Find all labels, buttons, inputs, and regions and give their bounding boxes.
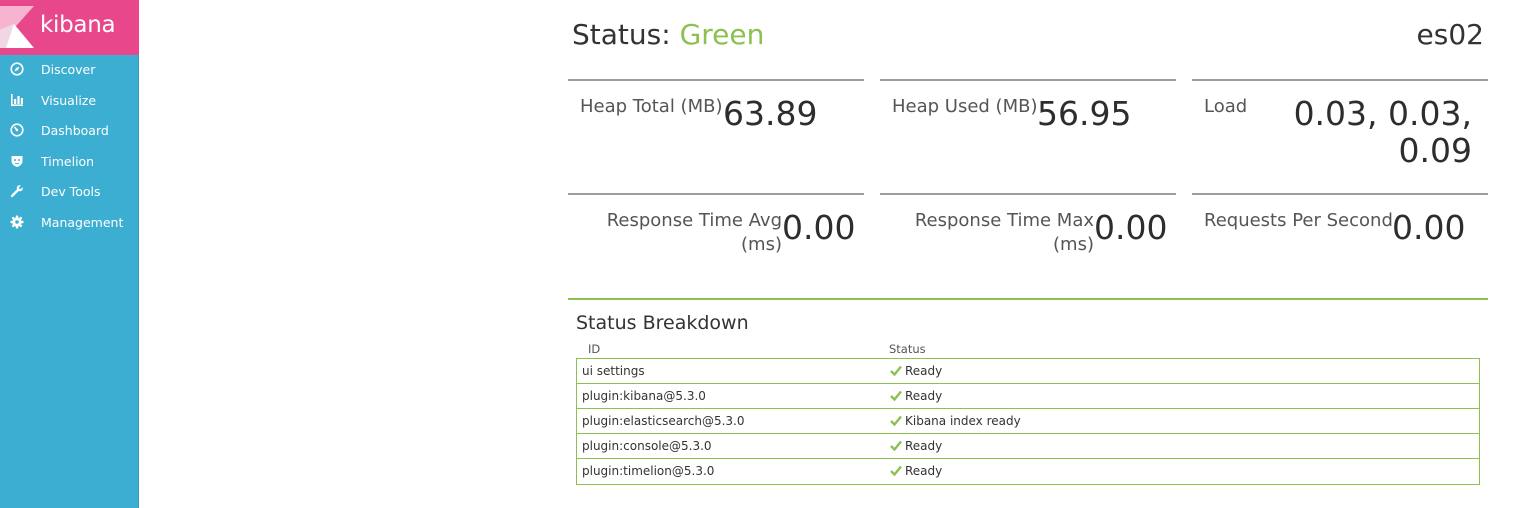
metric-label: Load: [1204, 96, 1248, 117]
metric-label-line2: (ms): [1053, 234, 1094, 255]
plugin-id: plugin:kibana@5.3.0: [582, 389, 706, 403]
gear-icon: [10, 215, 24, 228]
metric-label: Requests Per Second: [1204, 210, 1393, 231]
nav-label-management: Management: [41, 214, 124, 230]
overall-status-heading: Status: Green: [572, 18, 764, 51]
metric-label: Heap Used (MB): [892, 96, 1038, 117]
plugin-status: Ready: [905, 389, 943, 403]
nav-item-dashboard[interactable]: Dashboard: [0, 116, 139, 147]
metric-label: Response Time Max (ms): [915, 209, 1094, 257]
metric-value: 63.89: [723, 94, 818, 133]
metric-load: Load 0.03, 0.03, 0.09: [1192, 79, 1488, 179]
checkmark-icon: [890, 365, 902, 376]
kibana-logo-icon: [0, 6, 34, 48]
metric-value: 0.00: [782, 208, 856, 247]
plugin-status: Ready: [905, 464, 943, 478]
metric-value: 0.03, 0.03, 0.09: [1294, 95, 1472, 169]
status-table: ui settings Ready plugin:kibana@5.3.0 Re…: [576, 358, 1480, 485]
nav-label-discover: Discover: [41, 62, 96, 77]
breakdown-title: Status Breakdown: [576, 312, 749, 334]
bar-chart-icon: [11, 93, 23, 106]
table-row: plugin:timelion@5.3.0 Ready: [577, 459, 1479, 484]
nav-item-visualize[interactable]: Visualize: [0, 86, 139, 117]
metric-label-line2: (ms): [741, 234, 782, 255]
metric-value-line2: 0.09: [1398, 131, 1472, 170]
plugin-id: plugin:elasticsearch@5.3.0: [582, 414, 745, 428]
metric-label: Response Time Avg (ms): [607, 209, 782, 257]
sidebar-nav: kibana Discover Visualize Dashboard Time…: [0, 0, 139, 508]
metric-requests-per-second: Requests Per Second 0.00: [1192, 193, 1488, 283]
nav-item-management[interactable]: Management: [0, 208, 139, 239]
compass-icon: [10, 62, 24, 76]
status-breakdown: Status Breakdown ID Status ui settings R…: [568, 298, 1488, 485]
nav-list: Discover Visualize Dashboard Timelion De…: [0, 55, 139, 238]
checkmark-icon: [890, 415, 902, 426]
brand-name: kibana: [40, 12, 116, 38]
plugin-status: Ready: [905, 439, 943, 453]
kibana-brand[interactable]: kibana: [0, 0, 139, 55]
checkmark-icon: [890, 440, 902, 451]
metric-heap-used: Heap Used (MB) 56.95: [880, 79, 1176, 179]
column-header-id: ID: [588, 342, 601, 356]
table-row: plugin:elasticsearch@5.3.0 Kibana index …: [577, 409, 1479, 434]
metric-value: 0.00: [1094, 208, 1168, 247]
status-value: Green: [679, 18, 765, 51]
metric-label-line1: Response Time Avg: [606, 210, 782, 231]
nav-label-timelion: Timelion: [41, 153, 95, 169]
nav-item-dev-tools[interactable]: Dev Tools: [0, 177, 139, 208]
dashboard-gauge-icon: [10, 123, 24, 137]
metric-response-time-max: Response Time Max (ms) 0.00: [880, 193, 1176, 283]
table-row: plugin:kibana@5.3.0 Ready: [577, 384, 1479, 409]
checkmark-icon: [890, 390, 902, 401]
nav-label-dev-tools: Dev Tools: [41, 184, 101, 199]
nav-item-discover[interactable]: Discover: [0, 55, 139, 86]
shield-face-icon: [11, 155, 23, 167]
table-row: plugin:console@5.3.0 Ready: [577, 434, 1479, 459]
table-row: ui settings Ready: [577, 359, 1479, 384]
wrench-icon: [10, 185, 23, 198]
nav-label-dashboard: Dashboard: [41, 123, 109, 138]
metric-value: 0.00: [1392, 208, 1466, 247]
checkmark-icon: [890, 465, 902, 476]
plugin-id: plugin:timelion@5.3.0: [582, 464, 715, 478]
plugin-status: Ready: [905, 364, 943, 378]
plugin-id: ui settings: [582, 364, 645, 378]
status-prefix: Status:: [572, 18, 680, 51]
plugin-id: plugin:console@5.3.0: [582, 439, 712, 453]
nav-item-timelion[interactable]: Timelion: [0, 147, 139, 178]
metric-value-line1: 0.03, 0.03,: [1293, 94, 1472, 133]
metric-value: 56.95: [1037, 94, 1132, 133]
nav-label-visualize: Visualize: [41, 92, 97, 108]
metric-label: Heap Total (MB): [580, 96, 723, 117]
plugin-status: Kibana index ready: [905, 414, 1021, 428]
server-name: es02: [1416, 18, 1484, 51]
metric-heap-total: Heap Total (MB) 63.89: [568, 79, 864, 179]
metric-response-time-avg: Response Time Avg (ms) 0.00: [568, 193, 864, 283]
metric-label-line1: Response Time Max: [914, 210, 1094, 231]
column-header-status: Status: [889, 342, 926, 356]
